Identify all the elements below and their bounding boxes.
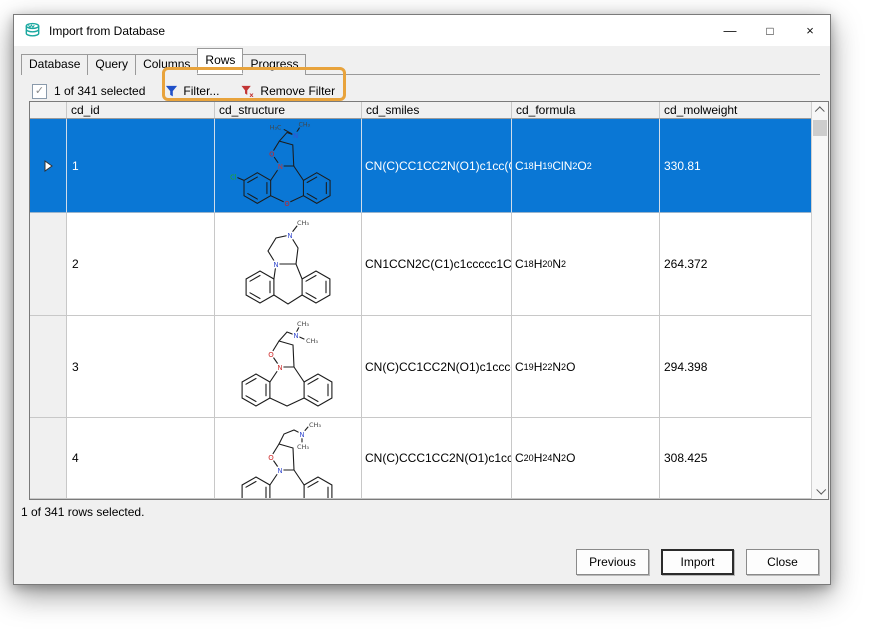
scrollbar-down-button[interactable]	[812, 482, 828, 499]
molecule-structure: O N O N CH₃ H₃C Cl	[229, 120, 331, 209]
column-header-cd-formula[interactable]: cd_formula	[512, 102, 660, 119]
header-gutter	[30, 102, 67, 119]
svg-text:O: O	[268, 351, 274, 359]
table-row-3[interactable]: 3 N O N CH₃ CH₃ CN(C)CC1CC2N(O1)c1ccc C …	[30, 316, 813, 418]
cell-cd-molweight: 264.372	[660, 213, 813, 316]
cell-cd-smiles: CN(C)CC1CC2N(O1)c1cc(C…	[362, 119, 512, 213]
import-from-database-dialog: Import from Database — □ × Database Quer…	[13, 14, 831, 585]
cell-cd-id: 2	[67, 213, 215, 316]
minimize-button[interactable]: —	[710, 15, 750, 46]
table-row-2[interactable]: 2 N N CH₃ CN1CCN2C(C1)c1ccccc1C C 18 H 2…	[30, 213, 813, 316]
close-button[interactable]: ×	[790, 15, 830, 46]
close-dialog-button[interactable]: Close	[746, 549, 819, 575]
dialog-title: Import from Database	[49, 23, 166, 38]
svg-text:x: x	[250, 91, 255, 98]
remove-filter-button[interactable]: x Remove Filter	[235, 81, 341, 101]
scrollbar-thumb[interactable]	[813, 120, 827, 136]
svg-text:N: N	[278, 162, 283, 170]
svg-text:N: N	[273, 261, 278, 269]
row-gutter	[30, 418, 67, 499]
cell-cd-structure: O N O N CH₃ H₃C Cl	[215, 119, 362, 213]
tab-progress[interactable]: Progress	[242, 54, 307, 75]
funnel-x-icon: x	[241, 85, 255, 98]
selection-count-label: 1 of 341 selected	[54, 84, 146, 98]
svg-text:O: O	[269, 150, 274, 158]
table-header-row: cd_id cd_structure cd_smiles cd_formula …	[30, 102, 813, 119]
tab-rows[interactable]: Rows	[197, 48, 244, 74]
cell-cd-id: 3	[67, 316, 215, 418]
svg-text:CH₃: CH₃	[297, 219, 309, 227]
svg-text:N: N	[287, 232, 292, 240]
svg-text:O: O	[284, 200, 289, 208]
column-header-cd-molweight[interactable]: cd_molweight	[660, 102, 813, 119]
tab-columns[interactable]: Columns	[135, 54, 199, 75]
cell-cd-structure: N O N CH₃ CH₃	[215, 418, 362, 499]
molecule-structure: N N CH₃	[245, 218, 331, 305]
right-triangle-row-marker	[44, 159, 53, 172]
app-database-wave-icon	[25, 22, 40, 37]
maximize-button[interactable]: □	[750, 15, 790, 46]
cell-cd-structure: N N CH₃	[215, 213, 362, 316]
tab-query[interactable]: Query	[87, 54, 137, 75]
column-header-cd-id[interactable]: cd_id	[67, 102, 215, 119]
svg-text:N: N	[277, 467, 282, 475]
tab-strip: Database Query Columns Rows Progress	[21, 48, 820, 75]
svg-text:CH₃: CH₃	[297, 443, 309, 451]
cell-cd-smiles: CN(C)CCC1CC2N(O1)c1cc…	[362, 418, 512, 499]
cell-cd-molweight: 330.81	[660, 119, 813, 213]
scrollbar-up-button[interactable]	[812, 102, 828, 119]
molecule-structure: N O N CH₃ CH₃	[241, 420, 333, 498]
svg-text:CH₃: CH₃	[309, 421, 321, 429]
svg-text:N: N	[277, 364, 282, 372]
cell-cd-smiles: CN1CCN2C(C1)c1ccccc1Cc…	[362, 213, 512, 316]
column-header-cd-smiles[interactable]: cd_smiles	[362, 102, 512, 119]
filter-button[interactable]: Filter...	[159, 81, 225, 101]
svg-text:CH₃: CH₃	[299, 121, 311, 128]
molecule-structure: N O N CH₃ CH₃	[241, 318, 333, 407]
cell-cd-smiles: CN(C)CC1CC2N(O1)c1cccc…	[362, 316, 512, 418]
cell-cd-formula: C 19 H 22 N 2 O	[512, 316, 660, 418]
results-table: cd_id cd_structure cd_smiles cd_formula …	[29, 101, 829, 500]
svg-text:CH₃: CH₃	[297, 320, 309, 328]
cell-cd-molweight: 294.398	[660, 316, 813, 418]
row-gutter	[30, 119, 67, 213]
svg-text:N: N	[293, 132, 298, 140]
cell-cd-formula: C 18 H 20 N 2	[512, 213, 660, 316]
screen: Import from Database — □ × Database Quer…	[0, 0, 882, 635]
svg-text:N: N	[299, 431, 304, 439]
filter-button-label: Filter...	[183, 84, 220, 98]
status-bar-text: 1 of 341 rows selected.	[21, 505, 145, 519]
table-row-4[interactable]: 4 N O N CH₃ CH₃ CN(C)CCC1CC2N(O1)c1cc… C…	[30, 418, 813, 499]
cell-cd-id: 4	[67, 418, 215, 499]
vertical-scrollbar[interactable]	[811, 102, 828, 499]
cell-cd-molweight: 308.425	[660, 418, 813, 499]
import-button[interactable]: Import	[661, 549, 734, 575]
svg-text:CH₃: CH₃	[306, 337, 318, 345]
column-header-cd-structure[interactable]: cd_structure	[215, 102, 362, 119]
chevron-down-icon	[815, 484, 826, 495]
svg-text:O: O	[268, 454, 274, 462]
window-controls: — □ ×	[710, 15, 830, 46]
cell-cd-id: 1	[67, 119, 215, 213]
tab-database[interactable]: Database	[21, 54, 89, 75]
cell-cd-structure: N O N CH₃ CH₃	[215, 316, 362, 418]
title-bar: Import from Database — □ ×	[14, 15, 830, 46]
svg-text:H₃C: H₃C	[270, 124, 282, 131]
svg-text:Cl: Cl	[230, 173, 237, 181]
previous-button[interactable]: Previous	[576, 549, 649, 575]
svg-text:N: N	[293, 332, 298, 340]
row-gutter	[30, 316, 67, 418]
chevron-up-icon	[814, 106, 825, 117]
row-gutter	[30, 213, 67, 316]
cell-cd-formula: C 18 H 19 ClN 2 O 2	[512, 119, 660, 213]
cell-cd-formula: C 20 H 24 N 2 O	[512, 418, 660, 499]
footer-button-bar: Previous Import Close	[576, 549, 819, 575]
table-row-1[interactable]: 1 O N O N CH₃ H₃C Cl CN(C)CC1CC2N(O1)c1c…	[30, 119, 813, 213]
funnel-icon	[166, 85, 178, 96]
remove-filter-button-label: Remove Filter	[260, 84, 336, 98]
selection-checkbox[interactable]: ✓	[32, 83, 47, 99]
